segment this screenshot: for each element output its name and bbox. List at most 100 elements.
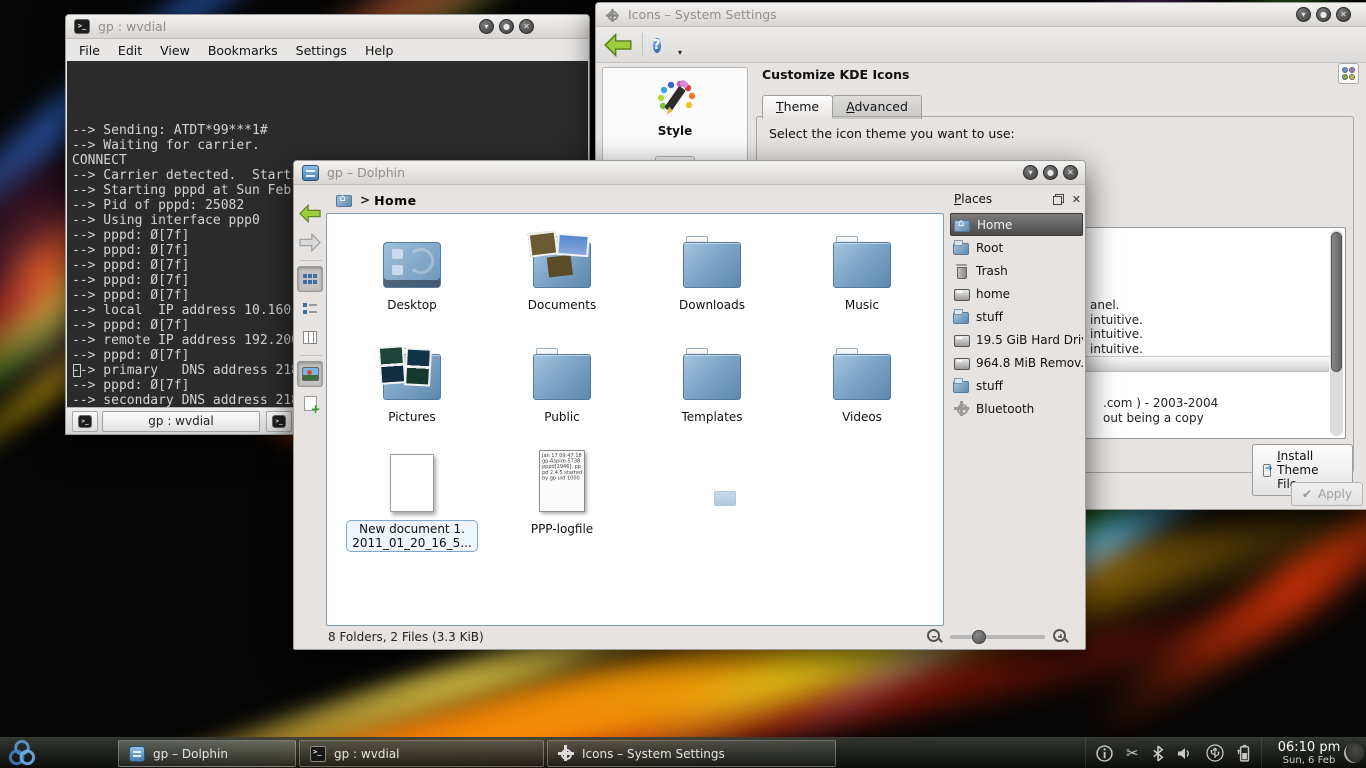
tab-list-button[interactable]: >_: [266, 411, 292, 432]
place-icon: [953, 263, 970, 279]
close-button[interactable]: ✕: [519, 19, 534, 34]
zoom-in-icon[interactable]: [1053, 629, 1068, 644]
places-item[interactable]: Home: [950, 213, 1083, 236]
places-item[interactable]: stuff: [950, 374, 1083, 397]
file-item[interactable]: Pictures: [337, 334, 487, 446]
file-item[interactable]: Jan 17 09:47:18 gp-Aspire-5738 pppd[1946…: [487, 446, 637, 558]
places-item[interactable]: 964.8 MiB Remov...: [950, 351, 1083, 374]
columns-view-button[interactable]: [297, 324, 323, 350]
menu-item[interactable]: Bookmarks: [199, 41, 287, 60]
tab-theme[interactable]: Theme: [762, 95, 833, 119]
file-item[interactable]: New document 1. 2011_01_20_16_5...: [337, 446, 487, 558]
task-konsole[interactable]: gp : wvdial: [299, 740, 544, 767]
theme-list-row[interactable]: intuitive.: [1090, 327, 1143, 342]
menu-item[interactable]: View: [151, 41, 199, 60]
places-item[interactable]: stuff: [950, 305, 1083, 328]
back-arrow-icon[interactable]: [604, 33, 632, 57]
toolbar-separator: [300, 260, 322, 261]
places-item[interactable]: home: [950, 282, 1083, 305]
system-tray: ✂: [1085, 738, 1262, 768]
file-label: Templates: [675, 408, 748, 426]
task-dolphin[interactable]: gp – Dolphin: [118, 740, 296, 767]
back-arrow-icon: [299, 204, 321, 223]
gear-icon: [605, 8, 619, 22]
theme-description: .com ) - 2003-2004out being a copy: [1103, 396, 1218, 426]
scrollbar-thumb[interactable]: [1331, 232, 1342, 372]
places-item[interactable]: Root: [950, 236, 1083, 259]
dolphin-titlebar[interactable]: gp – Dolphin ▾ ● ✕: [294, 161, 1085, 185]
folder-view[interactable]: Desktop Documents: [326, 213, 944, 626]
info-icon[interactable]: [1096, 745, 1113, 762]
new-tab-button[interactable]: >_: [72, 411, 98, 432]
help-button[interactable]: ? ▾: [653, 34, 675, 56]
minimize-button[interactable]: ▾: [479, 19, 494, 34]
float-panel-icon[interactable]: [1053, 194, 1064, 205]
zoom-slider-handle[interactable]: [972, 630, 986, 644]
system-settings-title: Icons – System Settings: [628, 7, 777, 22]
places-item[interactable]: Bluetooth: [950, 397, 1083, 420]
close-panel-icon[interactable]: ✕: [1072, 193, 1081, 206]
clipboard-scissors-icon[interactable]: ✂: [1126, 746, 1139, 761]
menu-item[interactable]: Help: [356, 41, 403, 60]
theme-list-row[interactable]: anel.: [1090, 298, 1143, 313]
menu-item[interactable]: Edit: [109, 41, 151, 60]
konsole-titlebar[interactable]: >_ gp : wvdial ▾ ● ✕: [66, 15, 589, 39]
details-view-button[interactable]: [297, 295, 323, 321]
system-settings-titlebar[interactable]: Icons – System Settings ▾ ● ✕: [596, 3, 1366, 27]
battery-icon[interactable]: [1237, 744, 1251, 762]
forward-arrow-icon: [299, 233, 321, 252]
file-item[interactable]: Desktop: [337, 222, 487, 334]
file-item[interactable]: Templates: [637, 334, 787, 446]
usb-icon[interactable]: [1206, 744, 1224, 762]
file-item[interactable]: Documents: [487, 222, 637, 334]
terminal-tab[interactable]: gp : wvdial: [102, 411, 260, 432]
task-list: gp – Dolphin gp : wvdial Icons – System …: [118, 740, 836, 767]
back-button[interactable]: [297, 200, 323, 226]
file-label: PPP-logfile: [525, 520, 599, 538]
zoom-slider[interactable]: [950, 635, 1045, 639]
place-icon: [953, 401, 970, 417]
volume-icon[interactable]: [1177, 746, 1193, 761]
theme-description-line: out being a copy: [1103, 411, 1218, 426]
file-item[interactable]: Public: [487, 334, 637, 446]
maximize-button[interactable]: ●: [1316, 7, 1331, 22]
file-item[interactable]: Downloads: [637, 222, 787, 334]
breadcrumb-separator: >: [360, 193, 370, 207]
app-launcher-icon[interactable]: [7, 739, 37, 768]
file-item[interactable]: Videos: [787, 334, 937, 446]
places-title: Places: [950, 192, 1053, 206]
scrollbar[interactable]: [1330, 230, 1343, 436]
clock-time: 06:10 pm: [1266, 740, 1352, 755]
theme-list-row[interactable]: intuitive.: [1090, 313, 1143, 328]
place-icon: [953, 332, 970, 348]
place-label: stuff: [976, 379, 1003, 393]
apply-button[interactable]: ✔ Apply: [1291, 482, 1363, 506]
breadcrumb-home-button[interactable]: [332, 190, 356, 210]
menu-item[interactable]: File: [70, 41, 109, 60]
places-list: Home Root Trash home: [950, 213, 1083, 420]
forward-button[interactable]: [297, 229, 323, 255]
sidebar-item-style[interactable]: Style: [603, 124, 747, 138]
close-button[interactable]: ✕: [1336, 7, 1351, 22]
minimize-button[interactable]: ▾: [1023, 165, 1038, 180]
close-button[interactable]: ✕: [1063, 165, 1078, 180]
maximize-button[interactable]: ●: [1043, 165, 1058, 180]
zoom-out-icon[interactable]: [927, 629, 942, 644]
split-view-button[interactable]: [297, 390, 323, 416]
breadcrumb-home-label[interactable]: Home: [374, 193, 417, 208]
places-item[interactable]: 19.5 GiB Hard Drive: [950, 328, 1083, 351]
file-icon: [683, 354, 741, 400]
icons-view-button[interactable]: [297, 266, 323, 292]
bluetooth-icon[interactable]: [1152, 745, 1164, 762]
preview-toggle-button[interactable]: [297, 361, 323, 387]
minimize-button[interactable]: ▾: [1296, 7, 1311, 22]
file-item[interactable]: Music: [787, 222, 937, 334]
style-module-icon[interactable]: [653, 80, 697, 120]
menu-item[interactable]: Settings: [287, 41, 356, 60]
theme-list-row[interactable]: intuitive.: [1090, 342, 1143, 357]
konsole-menubar: FileEditViewBookmarksSettingsHelp: [66, 39, 589, 61]
clock[interactable]: 06:10 pm Sun, 6 Feb: [1266, 740, 1352, 766]
places-item[interactable]: Trash: [950, 259, 1083, 282]
task-system-settings[interactable]: Icons – System Settings: [547, 740, 836, 767]
maximize-button[interactable]: ●: [499, 19, 514, 34]
